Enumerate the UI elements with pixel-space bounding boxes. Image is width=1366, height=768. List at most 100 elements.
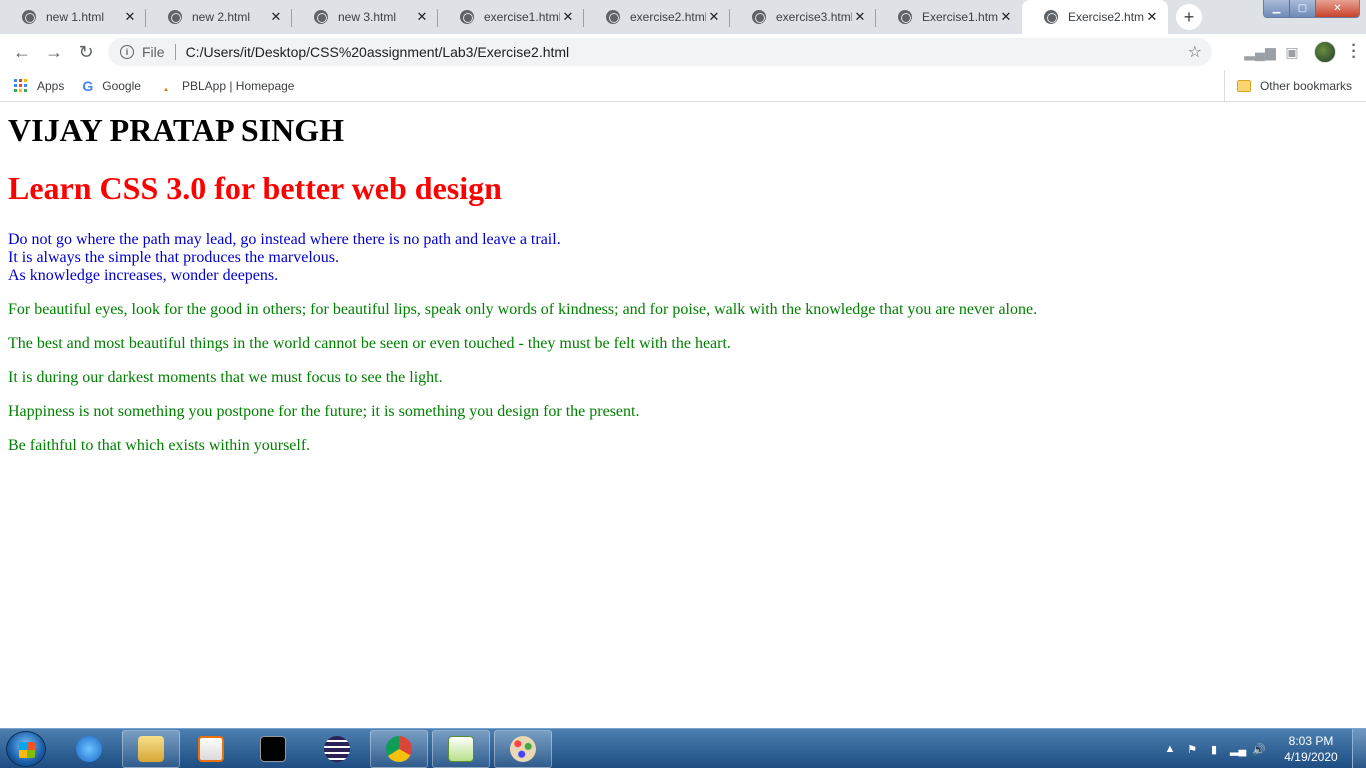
green-paragraph: It is during our darkest moments that we… — [8, 369, 443, 386]
close-icon[interactable]: ✕ — [268, 9, 284, 25]
close-icon[interactable]: ✕ — [706, 9, 722, 25]
blue-line: Do not go where the path may lead, go in… — [8, 231, 561, 248]
taskbar-paint[interactable] — [494, 730, 552, 768]
close-icon[interactable]: ✕ — [998, 9, 1014, 25]
tab-title: Exercise1.html — [922, 10, 998, 24]
other-bookmarks[interactable]: Other bookmarks — [1223, 70, 1352, 102]
close-icon[interactable]: ✕ — [560, 9, 576, 25]
bookmarks-bar: Apps G Google ▲ PBLApp | Homepage Other … — [0, 70, 1366, 102]
page-heading: VIJAY PRATAP SINGH — [8, 112, 345, 148]
close-icon[interactable]: ✕ — [852, 9, 868, 25]
url-text[interactable]: C:/Users/it/Desktop/CSS%20assignment/Lab… — [186, 44, 570, 60]
eclipse-icon — [324, 736, 350, 762]
close-window-button[interactable]: ✕ — [1316, 0, 1359, 17]
close-icon[interactable]: ✕ — [122, 9, 138, 25]
notepad-plus-plus-icon — [448, 736, 474, 762]
taskbar-command-prompt[interactable] — [244, 730, 302, 768]
taskbar-notepad-plus-plus[interactable] — [432, 730, 490, 768]
page-content: VIJAY PRATAP SINGH Learn CSS 3.0 for bet… — [0, 103, 1366, 728]
tab-Exercise1[interactable]: Exercise1.html ✕ — [876, 0, 1022, 34]
globe-icon — [752, 10, 766, 24]
arrow-left-icon: ← — [13, 41, 31, 62]
tab-title: new 1.html — [46, 10, 105, 24]
tab-title: new 2.html — [192, 10, 251, 24]
paint-icon — [510, 736, 536, 762]
reload-icon: ↻ — [78, 41, 94, 62]
green-paragraph: The best and most beautiful things in th… — [8, 335, 731, 352]
plus-icon: + — [1183, 6, 1195, 27]
pdf-extension-icon[interactable]: ▣ — [1276, 36, 1308, 68]
avatar[interactable] — [1314, 41, 1336, 63]
start-button[interactable] — [6, 731, 46, 767]
info-icon[interactable]: i — [120, 45, 134, 59]
taskbar-internet-explorer[interactable] — [60, 730, 118, 768]
pbl-icon: ▲ — [162, 86, 169, 93]
globe-icon — [314, 10, 328, 24]
clock-time: 8:03 PM — [1288, 734, 1334, 748]
folder-icon — [1236, 80, 1251, 92]
tab-new2[interactable]: new 2.html ✕ — [146, 0, 292, 34]
battery-icon[interactable]: ▮ — [1208, 743, 1220, 756]
page-subheading: Learn CSS 3.0 for better web design — [8, 170, 502, 206]
taskbar-media-player[interactable] — [182, 730, 240, 768]
volume-icon[interactable]: 🔊 — [1252, 743, 1266, 756]
blue-quote-block: Do not go where the path may lead, go in… — [8, 231, 1358, 285]
reload-button[interactable]: ↻ — [70, 36, 102, 68]
blue-line: As knowledge increases, wonder deepens. — [8, 267, 279, 284]
bookmark-apps[interactable]: Apps — [14, 78, 65, 93]
maximize-button[interactable]: ▢ — [1290, 0, 1316, 17]
network-icon[interactable]: ▂▄ — [1230, 743, 1246, 756]
tab-title: Exercise2.html — [1068, 10, 1144, 24]
globe-icon — [22, 10, 36, 24]
bookmark-google[interactable]: G Google — [82, 78, 141, 94]
tab-title: exercise2.html — [630, 10, 706, 24]
green-paragraph: For beautiful eyes, look for the good in… — [8, 301, 1038, 318]
media-player-icon — [198, 736, 224, 762]
close-icon[interactable]: ✕ — [414, 9, 430, 25]
show-desktop-button[interactable] — [1352, 729, 1366, 768]
bookmark-label: PBLApp | Homepage — [181, 78, 295, 93]
taskbar-chrome[interactable] — [370, 730, 428, 768]
bookmark-label: Apps — [37, 78, 65, 93]
globe-icon — [606, 10, 620, 24]
back-button[interactable]: ← — [6, 36, 38, 68]
clock[interactable]: 8:03 PM 4/19/2020 — [1280, 733, 1342, 765]
tab-Exercise2-active[interactable]: Exercise2.html ✕ — [1022, 0, 1168, 34]
menu-dots-icon[interactable]: · · · — [1342, 38, 1366, 66]
tab-title: new 3.html — [338, 10, 397, 24]
tab-exercise1[interactable]: exercise1.html ✕ — [438, 0, 584, 34]
close-icon[interactable]: ✕ — [1144, 9, 1160, 25]
blue-line: It is always the simple that produces th… — [8, 249, 340, 266]
new-tab-button[interactable]: + — [1176, 4, 1202, 30]
system-tray: ▲ ⚑ ▮ ▂▄ 🔊 8:03 PM 4/19/2020 — [1164, 729, 1342, 768]
toolbar-right: ▂▄▆ ▣ · · · — [1244, 34, 1366, 70]
minimize-button[interactable]: ▁ — [1264, 0, 1290, 17]
globe-icon — [898, 10, 912, 24]
window-controls: ▁ ▢ ✕ — [1263, 0, 1360, 18]
tab-exercise3[interactable]: exercise3.html ✕ — [730, 0, 876, 34]
windows-taskbar: ▲ ⚑ ▮ ▂▄ 🔊 8:03 PM 4/19/2020 — [0, 728, 1366, 768]
tab-exercise2[interactable]: exercise2.html ✕ — [584, 0, 730, 34]
star-icon[interactable]: ☆ — [1188, 42, 1202, 62]
tab-title: exercise1.html — [484, 10, 560, 24]
other-bookmarks-label: Other bookmarks — [1259, 79, 1352, 93]
taskbar-file-explorer[interactable] — [122, 730, 180, 768]
chrome-icon — [386, 736, 412, 762]
globe-icon — [1044, 10, 1058, 24]
tab-new1[interactable]: new 1.html ✕ — [0, 0, 146, 34]
tab-title: exercise3.html — [776, 10, 852, 24]
forward-button[interactable]: → — [38, 36, 70, 68]
command-prompt-icon — [260, 736, 286, 762]
tab-strip: new 1.html ✕ new 2.html ✕ new 3.html ✕ e… — [0, 0, 1366, 34]
action-center-flag-icon[interactable]: ⚑ — [1186, 743, 1198, 756]
bookmark-pblapp[interactable]: ▲ PBLApp | Homepage — [159, 79, 295, 93]
file-label: File — [142, 44, 165, 60]
address-bar[interactable]: i File C:/Users/it/Desktop/CSS%20assignm… — [108, 38, 1212, 66]
globe-icon — [460, 10, 474, 24]
tab-new3[interactable]: new 3.html ✕ — [292, 0, 438, 34]
folder-icon — [138, 736, 164, 762]
green-paragraph: Happiness is not something you postpone … — [8, 403, 640, 420]
signal-extension-icon[interactable]: ▂▄▆ — [1244, 36, 1276, 68]
taskbar-eclipse[interactable] — [308, 730, 366, 768]
chevron-up-icon[interactable]: ▲ — [1164, 743, 1176, 755]
